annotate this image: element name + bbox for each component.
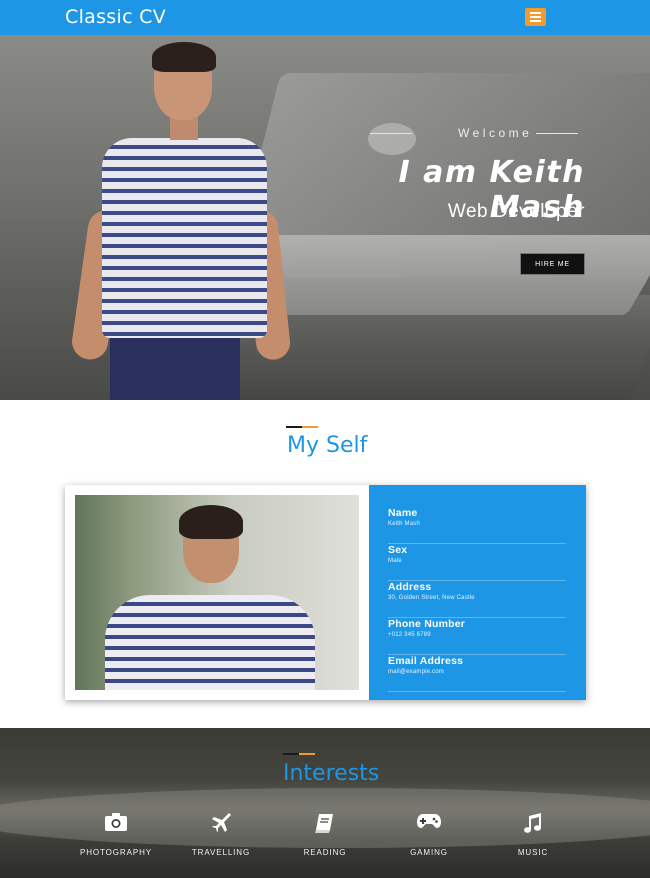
info-label: Name: [388, 507, 418, 519]
info-label: Email Address: [388, 655, 464, 667]
interest-gaming[interactable]: GAMING: [374, 812, 484, 857]
interest-label: PHOTOGRAPHY: [80, 848, 152, 857]
info-item-sex: Sex Male: [388, 544, 566, 581]
photo-shirt: [105, 595, 315, 690]
info-value: 30, Golden Street, New Castle: [388, 595, 475, 601]
about-card: Name Keith Mash Sex Male Address 30, Gol…: [65, 485, 586, 700]
plane-icon: [166, 812, 276, 834]
section-title-interests: Interests: [283, 761, 380, 786]
photo-hair: [179, 505, 243, 539]
menu-toggle-button[interactable]: [525, 8, 546, 26]
hero-role: Web Developer: [447, 201, 585, 222]
portrait-hair: [152, 42, 216, 72]
music-icon: [478, 812, 588, 834]
divider: [536, 133, 578, 134]
hero-banner: Welcome I am Keith Mash Web Developer HI…: [0, 35, 650, 400]
info-item-phone: Phone Number +012 345 6789: [388, 618, 566, 655]
hamburger-icon-bar: [530, 16, 541, 18]
gamepad-icon: [374, 812, 484, 834]
info-label: Sex: [388, 544, 408, 556]
portrait-shirt: [102, 138, 267, 338]
laptop-keyboard: [226, 235, 650, 315]
info-item-address: Address 30, Golden Street, New Castle: [388, 581, 566, 618]
welcome-text: Welcome: [458, 126, 533, 140]
hamburger-icon-bar: [530, 20, 541, 22]
camera-icon: [61, 812, 171, 834]
interest-music[interactable]: MUSIC: [478, 812, 588, 857]
section-title-myself: My Self: [287, 433, 368, 458]
interest-label: MUSIC: [517, 848, 549, 857]
divider: [370, 133, 412, 134]
interest-travelling[interactable]: TRAVELLING: [166, 812, 276, 857]
info-item-email: Email Address mail@example.com: [388, 655, 566, 692]
interest-label: READING: [303, 848, 347, 857]
info-value: Keith Mash: [388, 521, 421, 527]
hamburger-icon: [530, 12, 541, 14]
info-label: Address: [388, 581, 432, 593]
hero-portrait: [69, 40, 292, 400]
interest-label: GAMING: [410, 848, 448, 857]
info-item-name: Name Keith Mash: [388, 507, 566, 544]
interest-label: TRAVELLING: [191, 848, 251, 857]
interest-reading[interactable]: READING: [270, 812, 380, 857]
info-label: Phone Number: [388, 618, 466, 630]
info-value: +012 345 6789: [388, 632, 431, 638]
section-accent-bar: [286, 426, 318, 428]
welcome-line: Welcome: [370, 126, 578, 140]
book-icon: [270, 812, 380, 834]
interests-section: Interests PHOTOGRAPHY TRAVELLING READING…: [0, 728, 650, 878]
brand-logo[interactable]: Classic CV: [65, 6, 166, 28]
info-value[interactable]: mail@example.com: [388, 669, 566, 675]
personal-info-panel: Name Keith Mash Sex Male Address 30, Gol…: [369, 485, 586, 700]
interest-photography[interactable]: PHOTOGRAPHY: [61, 812, 171, 857]
profile-photo: [75, 495, 359, 690]
navbar: Classic CV: [0, 0, 650, 35]
section-accent-bar: [283, 753, 315, 755]
hire-me-button[interactable]: HIRE ME: [520, 253, 585, 275]
portrait-jeans: [110, 330, 240, 400]
info-value: Male: [388, 558, 402, 564]
